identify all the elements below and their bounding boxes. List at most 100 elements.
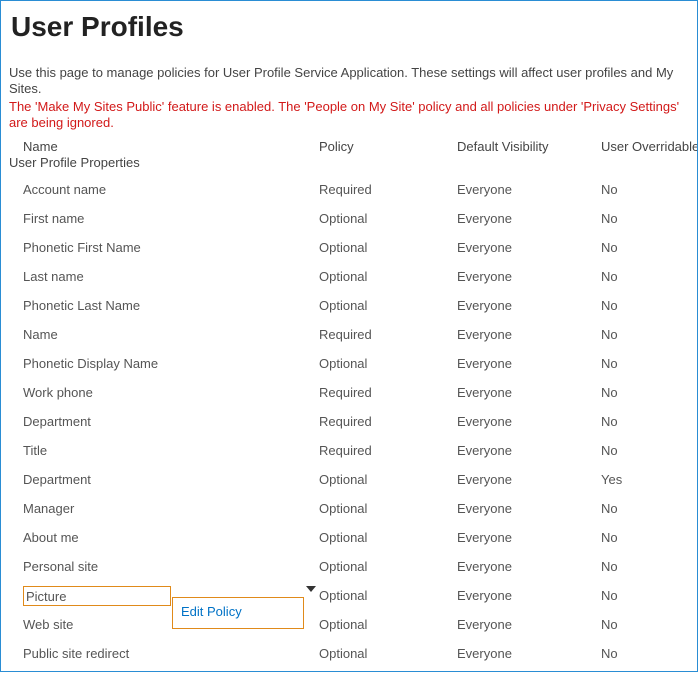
cell-overridable: Yes (601, 472, 691, 487)
row-name-wrap[interactable]: First name (23, 209, 84, 229)
cell-name[interactable]: Phonetic Last Name (9, 296, 319, 316)
row-name-wrap[interactable]: Picture (23, 586, 171, 606)
table-row[interactable]: Personal siteOptionalEveryoneNo (9, 552, 693, 581)
table-row[interactable]: TitleRequiredEveryoneNo (9, 436, 693, 465)
context-menu-item-edit-policy[interactable]: Edit Policy (181, 602, 295, 622)
cell-overridable: No (601, 414, 691, 429)
table-row[interactable]: Work phoneRequiredEveryoneNo (9, 378, 693, 407)
page-title: User Profiles (9, 11, 689, 43)
cell-name[interactable]: Account name (9, 180, 319, 200)
row-name-wrap[interactable]: Department (23, 412, 91, 432)
row-name-wrap[interactable]: Public site redirect (23, 644, 129, 664)
cell-overridable: No (601, 385, 691, 400)
cell-visibility: Everyone (457, 501, 601, 516)
row-name-text: Web site (23, 617, 73, 632)
row-name-wrap[interactable]: Personal site (23, 557, 98, 577)
section-label: User Profile Properties (9, 155, 319, 170)
cell-visibility: Everyone (457, 588, 601, 603)
table-row[interactable]: Phonetic First NameOptionalEveryoneNo (9, 233, 693, 262)
row-name-text: Manager (23, 501, 74, 516)
row-name-wrap[interactable]: Account name (23, 180, 106, 200)
table-row[interactable]: First name OptionalEveryoneNo (9, 204, 693, 233)
table-header-row: Name Policy Default Visibility User Over… (9, 137, 693, 155)
cell-overridable: No (601, 298, 691, 313)
table-row[interactable]: About meOptionalEveryoneNo (9, 523, 693, 552)
row-name-wrap[interactable]: Manager (23, 499, 74, 519)
cell-name[interactable]: Department (9, 412, 319, 432)
cell-name[interactable]: About me (9, 528, 319, 548)
table-row[interactable]: DepartmentOptionalEveryoneYes (9, 465, 693, 494)
cell-policy: Optional (319, 211, 457, 226)
header-overridable: User Overridable (601, 139, 691, 154)
table-row[interactable]: Phonetic Last NameOptionalEveryoneNo (9, 291, 693, 320)
cell-policy: Optional (319, 298, 457, 313)
row-name-wrap[interactable]: About me (23, 528, 79, 548)
cell-policy: Optional (319, 646, 457, 661)
cell-overridable: No (601, 211, 691, 226)
row-name-wrap[interactable]: Phonetic Display Name (23, 354, 158, 374)
cell-visibility: Everyone (457, 211, 601, 226)
cell-overridable: No (601, 356, 691, 371)
row-name-text: About me (23, 530, 79, 545)
cell-name[interactable]: Name (9, 325, 319, 345)
cell-overridable: No (601, 443, 691, 458)
dropdown-caret-icon[interactable] (306, 586, 316, 592)
cell-name[interactable]: Personal site (9, 557, 319, 577)
table-row[interactable]: ManagerOptionalEveryoneNo (9, 494, 693, 523)
cell-policy: Required (319, 443, 457, 458)
header-policy: Policy (319, 139, 457, 154)
cell-visibility: Everyone (457, 559, 601, 574)
table-row[interactable]: Last nameOptionalEveryoneNo (9, 262, 693, 291)
table-row[interactable]: Account nameRequiredEveryoneNo (9, 175, 693, 204)
cell-visibility: Everyone (457, 269, 601, 284)
cell-visibility: Everyone (457, 472, 601, 487)
row-name-text: Public site redirect (23, 646, 129, 661)
context-menu[interactable]: Edit Policy (172, 597, 304, 629)
cell-policy: Optional (319, 617, 457, 632)
cell-policy: Optional (319, 240, 457, 255)
row-name-wrap[interactable]: Department (23, 470, 91, 490)
row-name-text: First name (23, 211, 84, 226)
row-name-wrap[interactable]: Phonetic First Name (23, 238, 141, 258)
row-name-wrap[interactable]: Phonetic Last Name (23, 296, 140, 316)
row-name-text: Work phone (23, 385, 93, 400)
cell-name[interactable]: Department (9, 470, 319, 490)
row-name-wrap[interactable]: Last name (23, 267, 84, 287)
cell-name[interactable]: Phonetic Display Name (9, 354, 319, 374)
row-name-wrap[interactable]: Name (23, 325, 58, 345)
cell-name[interactable]: First name (9, 209, 319, 229)
table-row[interactable]: DepartmentRequiredEveryoneNo (9, 407, 693, 436)
row-name-text: Title (23, 443, 47, 458)
table-row[interactable]: Phonetic Display NameOptionalEveryoneNo (9, 349, 693, 378)
table-row[interactable]: Job TitleOptionalEveryoneYes (9, 668, 693, 672)
cell-policy: Optional (319, 530, 457, 545)
row-name-wrap[interactable]: Title (23, 441, 47, 461)
cell-name[interactable]: Public site redirect (9, 644, 319, 664)
cell-visibility: Everyone (457, 617, 601, 632)
cell-overridable: No (601, 501, 691, 516)
table-row[interactable]: Web site OptionalEveryoneNo (9, 610, 693, 639)
cell-visibility: Everyone (457, 646, 601, 661)
table-row[interactable]: Public site redirectOptionalEveryoneNo (9, 639, 693, 668)
cell-policy: Optional (319, 356, 457, 371)
cell-name[interactable]: Last name (9, 267, 319, 287)
table-row[interactable]: NameRequiredEveryoneNo (9, 320, 693, 349)
cell-overridable: No (601, 240, 691, 255)
cell-overridable: No (601, 588, 691, 603)
cell-policy: Optional (319, 588, 457, 603)
cell-name[interactable]: Title (9, 441, 319, 461)
cell-name[interactable]: Work phone (9, 383, 319, 403)
cell-policy: Required (319, 327, 457, 342)
cell-overridable: No (601, 182, 691, 197)
cell-overridable: No (601, 617, 691, 632)
intro-text: Use this page to manage policies for Use… (9, 65, 689, 97)
row-name-wrap[interactable]: Work phone (23, 383, 93, 403)
row-name-text: Phonetic First Name (23, 240, 141, 255)
cell-overridable: No (601, 559, 691, 574)
table-row[interactable]: Picture OptionalEveryoneNo (9, 581, 693, 610)
cell-name[interactable]: Phonetic First Name (9, 238, 319, 258)
cell-overridable: No (601, 269, 691, 284)
cell-name[interactable]: Manager (9, 499, 319, 519)
row-name-wrap[interactable]: Web site (23, 615, 73, 635)
row-name-text: Department (23, 472, 91, 487)
